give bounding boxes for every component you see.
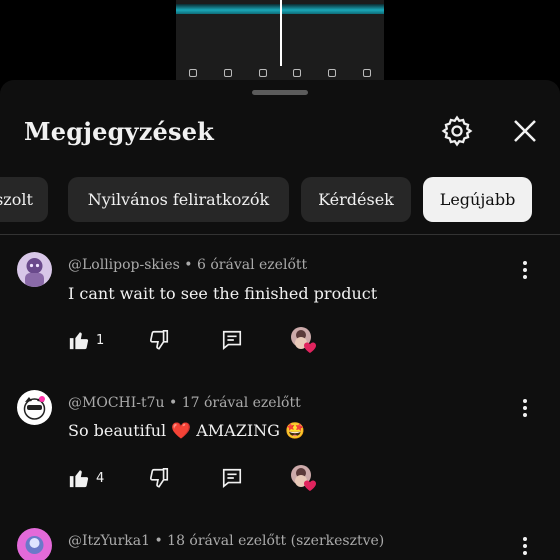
thumbs-down-icon (149, 468, 169, 488)
chip-top[interactable]: szolt (0, 177, 48, 222)
reply-comment-icon (222, 330, 242, 350)
like-button[interactable]: 4 (68, 466, 104, 490)
video-preview (0, 0, 560, 80)
more-vert-icon (523, 537, 527, 555)
like-count: 1 (96, 332, 105, 348)
thumbs-up-icon (69, 332, 89, 350)
thumbs-down-icon (149, 330, 169, 350)
tool-icon[interactable] (223, 69, 232, 77)
chip-newest[interactable]: Legújabb (423, 177, 532, 222)
thumbs-up-icon (69, 470, 89, 488)
close-button[interactable] (510, 116, 540, 146)
like-count: 4 (96, 470, 105, 486)
more-options-button[interactable] (518, 398, 532, 418)
comment-actions: 1 (68, 326, 548, 353)
tool-icon[interactable] (327, 69, 336, 77)
more-vert-icon (523, 261, 527, 279)
avatar[interactable] (17, 528, 52, 560)
tool-icon[interactable] (258, 69, 267, 77)
playhead[interactable] (280, 0, 282, 66)
comment-text: So beautiful ❤️ AMAZING 🤩 (68, 421, 305, 440)
tool-icon[interactable] (293, 69, 302, 77)
creator-heart-badge (290, 326, 316, 353)
reply-comment-icon (222, 468, 242, 488)
editor-toolbar (176, 66, 384, 80)
avatar[interactable] (17, 252, 52, 287)
creator-heart-badge (290, 464, 316, 491)
settings-button[interactable] (440, 114, 474, 148)
more-options-button[interactable] (518, 260, 532, 280)
divider (0, 234, 560, 235)
reply-button[interactable] (221, 328, 243, 352)
comment-author[interactable]: @ItzYurka1 • 18 órával ezelőtt (szerkesz… (68, 533, 384, 549)
drag-handle[interactable] (252, 90, 308, 95)
editor-timeline[interactable] (176, 0, 384, 80)
comment-actions: 4 (68, 464, 548, 491)
comments-sheet: Megjegyzések szolt Nyilvános feliratkozó… (0, 80, 560, 560)
tool-icon[interactable] (189, 69, 198, 77)
sheet-title: Megjegyzések (24, 117, 215, 146)
comment-author[interactable]: @MOCHI-t7u • 17 órával ezelőtt (68, 395, 301, 411)
chip-subscribers[interactable]: Nyilvános feliratkozók (68, 177, 289, 222)
tool-icon[interactable] (362, 69, 371, 77)
dislike-button[interactable] (148, 466, 170, 490)
dislike-button[interactable] (148, 328, 170, 352)
chip-questions[interactable]: Kérdések (301, 177, 411, 222)
like-button[interactable]: 1 (68, 328, 104, 352)
gear-icon (441, 115, 473, 147)
close-icon (514, 120, 536, 142)
comment-text: I cant wait to see the finished product (68, 284, 378, 303)
reply-button[interactable] (221, 466, 243, 490)
more-options-button[interactable] (518, 536, 532, 556)
more-vert-icon (523, 399, 527, 417)
avatar[interactable] (17, 390, 52, 425)
comment-author[interactable]: @Lollipop-skies • 6 órával ezelőtt (68, 257, 307, 273)
